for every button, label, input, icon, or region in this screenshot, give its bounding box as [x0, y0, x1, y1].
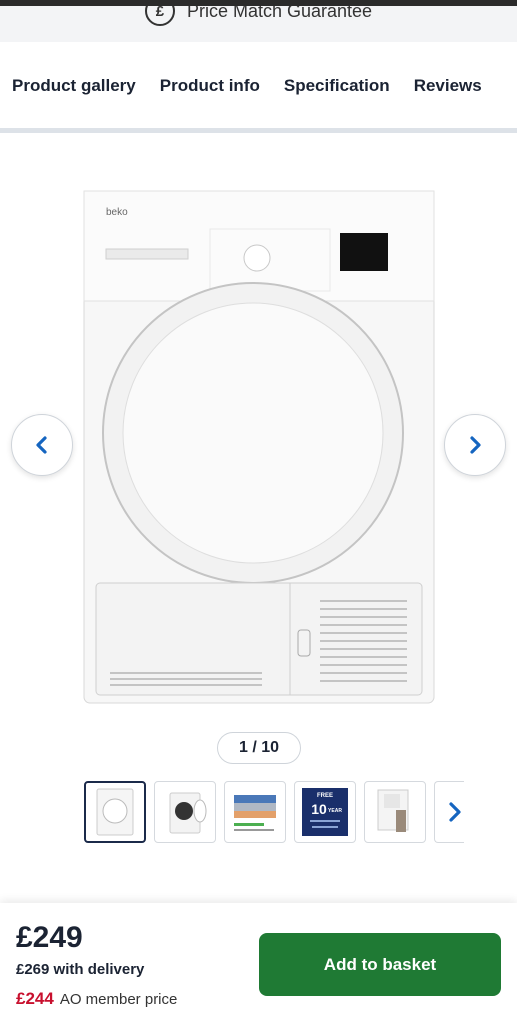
thumb-side[interactable] [364, 781, 426, 843]
prev-image-button[interactable] [11, 414, 73, 476]
warranty-ten-text: 10 [311, 801, 327, 817]
tab-reviews[interactable]: Reviews [414, 76, 506, 96]
brand-logo: beko [106, 207, 128, 218]
tab-product-info[interactable]: Product info [160, 76, 284, 96]
member-price: £244 [16, 989, 54, 1008]
add-to-basket-button[interactable]: Add to basket [259, 933, 501, 996]
thumbnails-next-button[interactable] [434, 781, 464, 843]
next-image-button[interactable] [444, 414, 506, 476]
warranty-year-text: YEAR [328, 808, 342, 814]
thumbnail-strip: FREE 10 YEAR [84, 781, 464, 845]
warranty-free-text: FREE [317, 793, 333, 799]
product-gallery: beko 1 / 10 FREE 10 YEAR [0, 133, 517, 903]
purchase-bar: £249 £269 with delivery £244 AO member pr… [0, 903, 517, 1024]
delivery-price: £269 with delivery [16, 961, 145, 978]
product-tabs: Product gallery Product info Specificati… [0, 42, 517, 130]
member-price-label: AO member price [59, 991, 178, 1008]
member-price-row: £244 AO member price [16, 989, 177, 1009]
price-match-text: Price Match Guarantee [186, 6, 373, 21]
tab-product-gallery[interactable]: Product gallery [12, 76, 160, 96]
chevron-left-icon [36, 436, 47, 454]
price-match-banner: £ Price Match Guarantee [0, 6, 517, 40]
product-main-image[interactable]: beko [82, 183, 436, 708]
chevron-right-icon [448, 802, 461, 822]
thumb-door-open[interactable] [154, 781, 216, 843]
chevron-right-icon [470, 436, 481, 454]
pound-circle-icon: £ [144, 6, 175, 26]
product-price: £249 [16, 921, 83, 954]
image-counter: 1 / 10 [217, 732, 301, 764]
tab-specification[interactable]: Specification [284, 76, 414, 96]
thumb-front[interactable] [84, 781, 146, 843]
thumb-warranty[interactable]: FREE 10 YEAR [294, 781, 356, 843]
thumb-clothes[interactable] [224, 781, 286, 843]
